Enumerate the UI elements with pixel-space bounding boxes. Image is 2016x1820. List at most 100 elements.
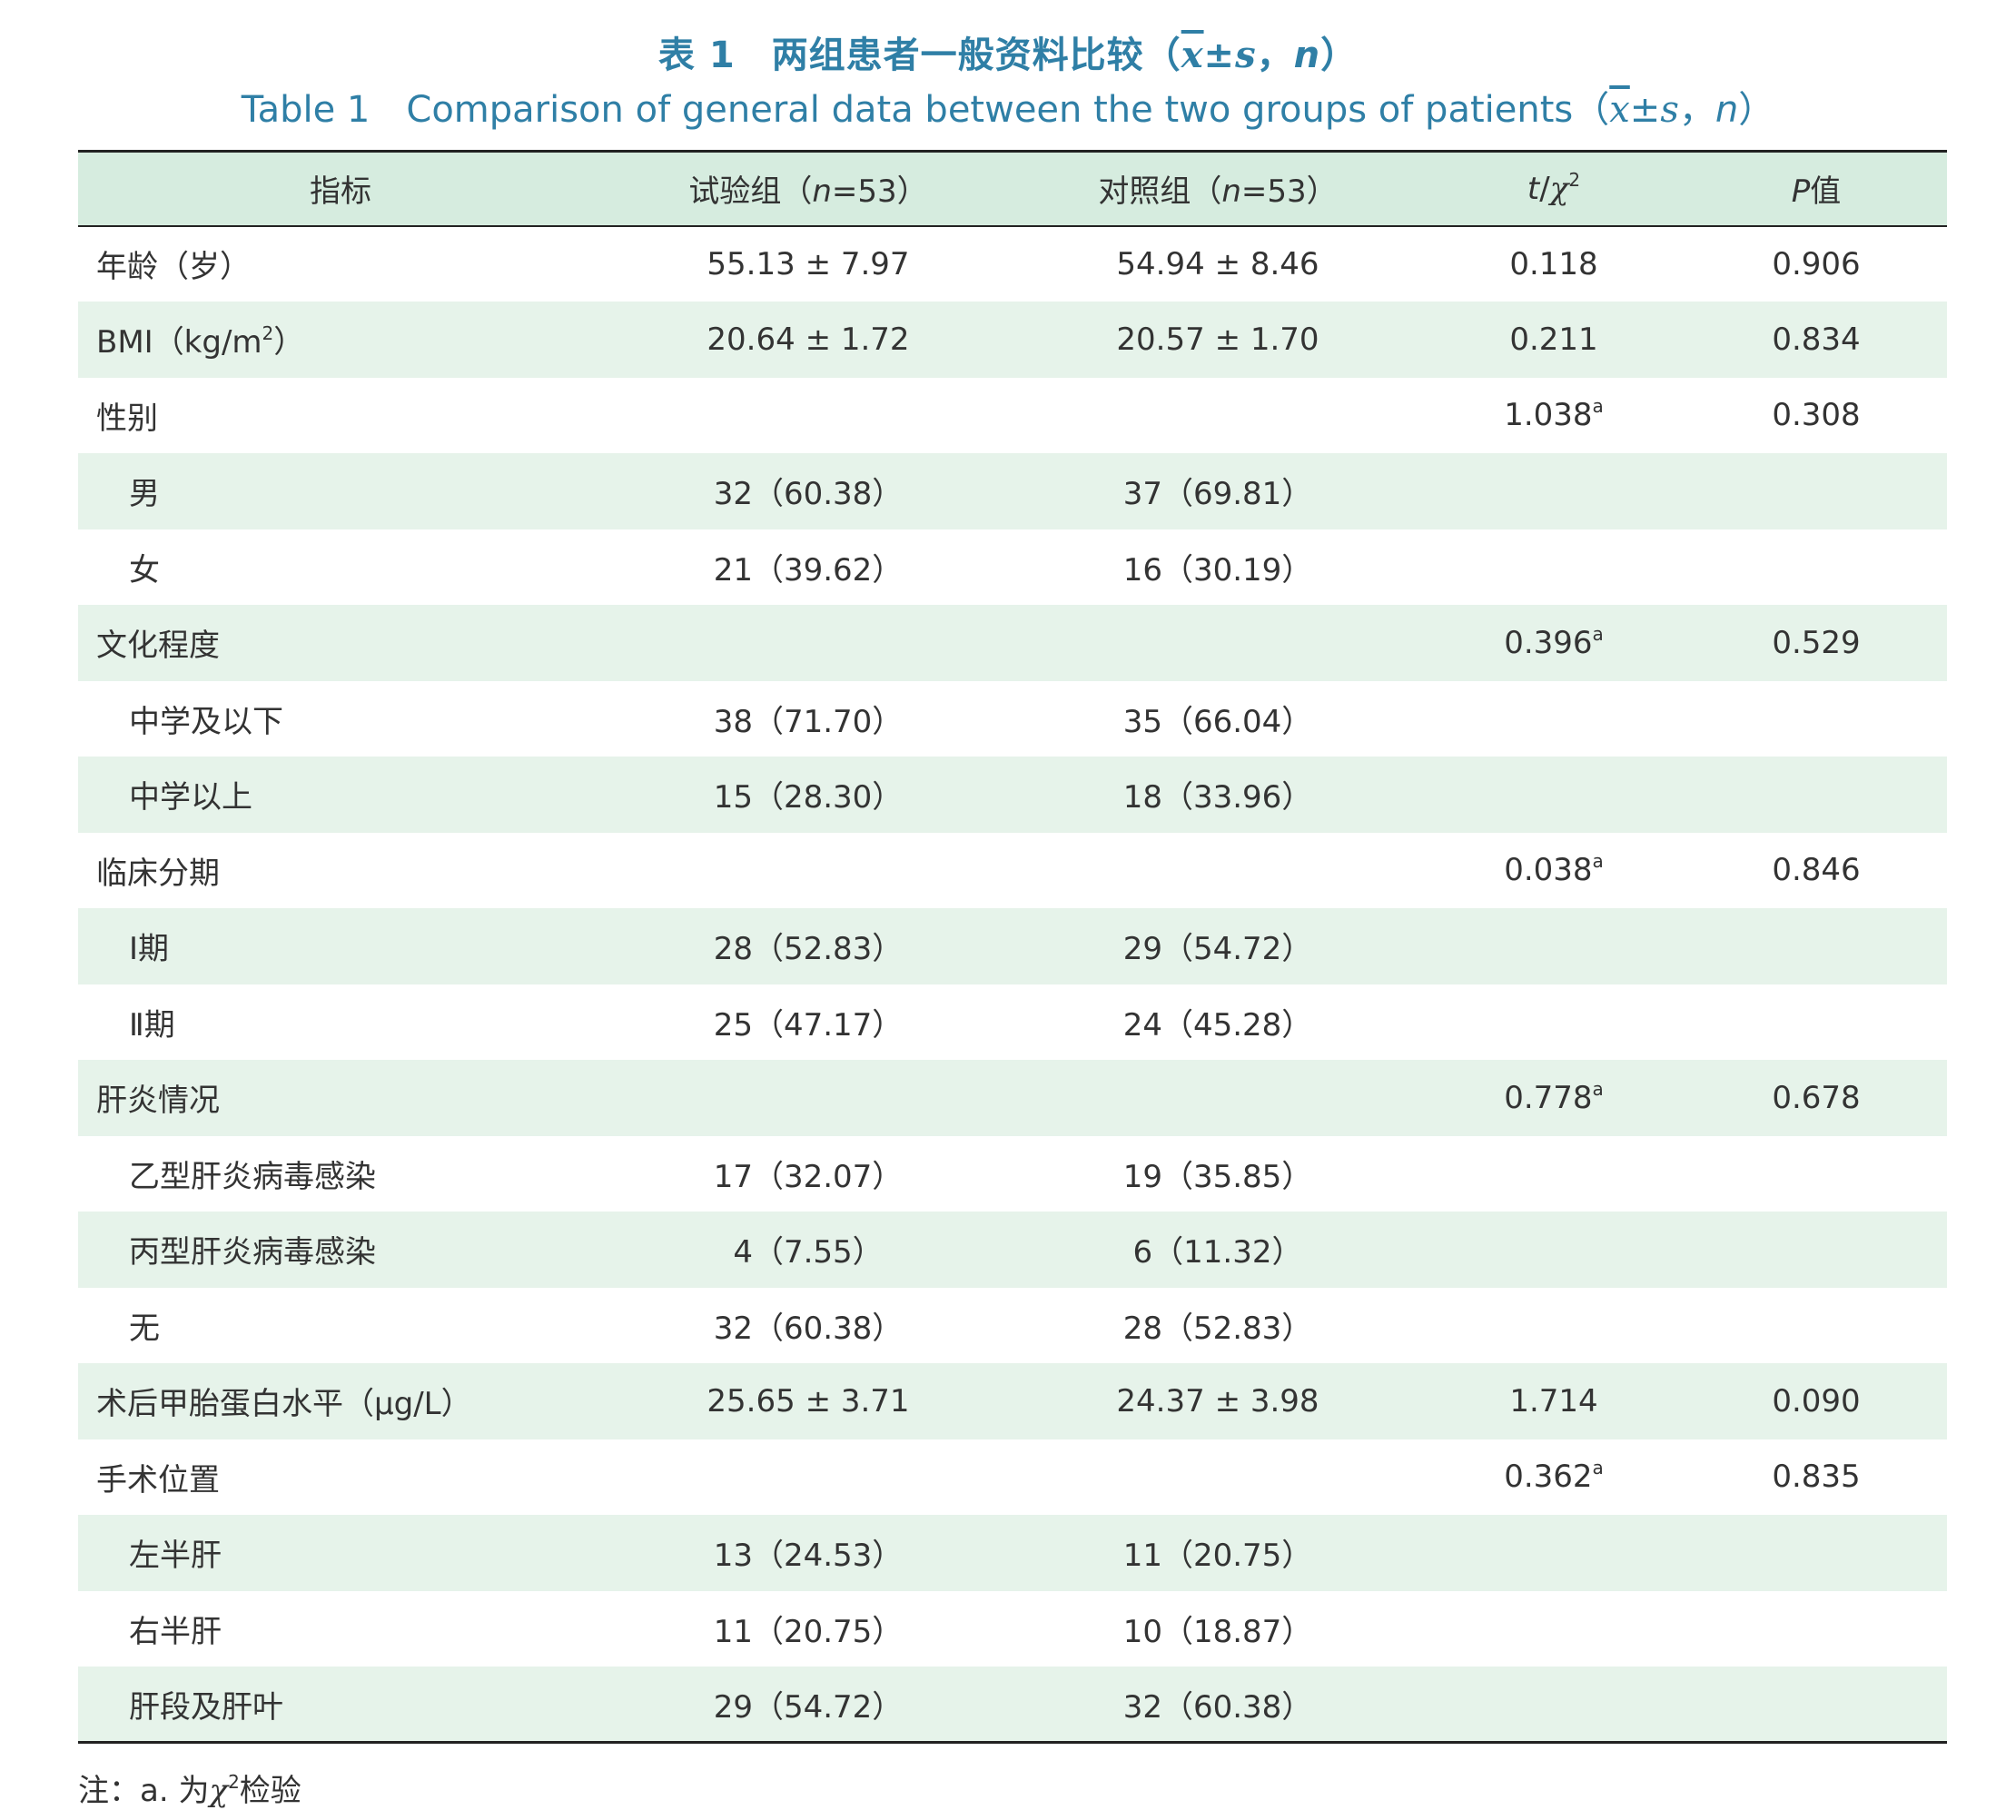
test-group-value: 15（28.30）: [713, 779, 904, 816]
test-group-value: [603, 378, 1013, 454]
statistic-number: 0.778: [1504, 1079, 1593, 1116]
header-stat-chi: χ: [1549, 170, 1569, 207]
footnote-suffix: 检验: [239, 1773, 301, 1809]
test-group-value: 32（60.38）: [713, 476, 904, 513]
footnote-prefix: 注：a. 为: [78, 1773, 210, 1809]
row-label: 术后甲胎蛋白水平（μg/L）: [78, 1363, 603, 1439]
p-value: 0.906: [1772, 245, 1861, 282]
statistic-number: 0.038: [1504, 852, 1593, 889]
table-row: 手术位置 0.362a 0.835: [78, 1439, 1947, 1516]
table-row: 女 21（39.62） 16（30.19）: [78, 529, 1947, 606]
statistic-number: 0.211: [1509, 321, 1598, 358]
p-value: [1685, 757, 1947, 833]
caption-en-sep: ，: [1678, 89, 1715, 131]
header-p-suffix: 值: [1810, 173, 1842, 211]
test-group-value: 29（54.72）: [713, 1688, 904, 1726]
statistic-value: [1422, 1515, 1685, 1591]
table-row: 右半肝 11（20.75） 10（18.87）: [78, 1591, 1947, 1667]
row-label: Ⅰ期: [78, 908, 603, 984]
control-group-value: 11（20.75）: [1122, 1538, 1313, 1575]
statistic-value: 1.714: [1422, 1363, 1685, 1439]
row-label-text: 女: [129, 551, 160, 589]
statistic-value: 0.362a: [1422, 1439, 1685, 1516]
statistic-value: [1422, 1591, 1685, 1667]
header-test-group: 试验组（n=53）: [603, 151, 1013, 227]
p-value: 0.678: [1772, 1079, 1861, 1116]
test-group-value: 21（39.62）: [713, 551, 904, 589]
statistic-footnote-marker: a: [1592, 850, 1604, 873]
table-row: 肝炎情况 0.778a 0.678: [78, 1060, 1947, 1136]
caption-en-sd-symbol: s: [1660, 89, 1679, 131]
table-row: 男 32（60.38） 37（69.81）: [78, 453, 1947, 529]
row-label: 肝炎情况: [78, 1060, 603, 1136]
row-label: 丙型肝炎病毒感染: [78, 1212, 603, 1288]
p-value: [1685, 529, 1947, 606]
row-label-text: 性别: [96, 400, 158, 437]
table-row: 丙型肝炎病毒感染 4（7.55） 6（11.32）: [78, 1212, 1947, 1288]
statistic-value: [1422, 984, 1685, 1061]
caption-cn-pm: ±: [1203, 35, 1236, 76]
row-label-text: BMI（kg/m: [96, 324, 262, 361]
row-label: 文化程度: [78, 605, 603, 681]
statistic-value: 0.038a: [1422, 833, 1685, 909]
test-group-value: 17（32.07）: [713, 1158, 904, 1195]
statistic-footnote-marker: a: [1592, 395, 1604, 418]
row-label-text: 中学以上: [129, 779, 252, 816]
row-label-text: Ⅰ期: [129, 931, 170, 968]
statistic-value: [1422, 453, 1685, 529]
table-row: 肝段及肝叶 29（54.72） 32（60.38）: [78, 1667, 1947, 1743]
control-group-value: [1013, 378, 1422, 454]
statistic-value: [1422, 757, 1685, 833]
control-group-value: 6（11.32）: [1132, 1234, 1303, 1271]
header-control-group-post: =53）: [1240, 173, 1338, 211]
control-group-value: 54.94 ± 8.46: [1116, 245, 1319, 282]
header-p-value: P值: [1685, 151, 1947, 227]
control-group-value: 16（30.19）: [1122, 551, 1313, 589]
footnote-chi-sup: 2: [228, 1771, 240, 1793]
p-value: [1685, 1288, 1947, 1364]
row-label: 性别: [78, 378, 603, 454]
header-p-letter: P: [1791, 173, 1811, 211]
control-group-value: 18（33.96）: [1122, 779, 1313, 816]
table-row: 年龄（岁） 55.13 ± 7.97 54.94 ± 8.46 0.118 0.906: [78, 226, 1947, 302]
p-value: [1685, 1212, 1947, 1288]
caption-en-title: Comparison of general data between the t…: [406, 89, 1610, 131]
control-group-value: [1013, 833, 1422, 909]
table-row: 中学以上 15（28.30） 18（33.96）: [78, 757, 1947, 833]
statistic-number: 0.362: [1504, 1459, 1593, 1496]
test-group-value: [603, 1060, 1013, 1136]
control-group-value: 35（66.04）: [1122, 703, 1313, 740]
header-test-group-pre: 试验组（: [688, 173, 813, 211]
p-value: 0.846: [1772, 852, 1861, 889]
comparison-table: 指标 试验组（n=53） 对照组（n=53） t/χ2 P值 年龄（岁） 55.1…: [78, 150, 1947, 1744]
table-row: 左半肝 13（24.53） 11（20.75）: [78, 1515, 1947, 1591]
row-label-text: Ⅱ期: [129, 1006, 175, 1044]
control-group-value: [1013, 1060, 1422, 1136]
test-group-value: 20.64 ± 1.72: [707, 321, 910, 358]
table-caption-cn: 表 1 两组患者一般资料比较（x±s，n）: [0, 25, 2016, 78]
control-group-value: 20.57 ± 1.70: [1116, 321, 1319, 358]
p-value: [1685, 984, 1947, 1061]
p-value: 0.835: [1772, 1459, 1861, 1496]
row-label-text: 手术位置: [96, 1461, 220, 1499]
test-group-value: [603, 605, 1013, 681]
row-label: 左半肝: [78, 1515, 603, 1591]
test-group-value: 38（71.70）: [713, 703, 904, 740]
statistic-value: 1.038a: [1422, 378, 1685, 454]
control-group-value: 24.37 ± 3.98: [1116, 1382, 1319, 1419]
footnote-chi: χ: [209, 1773, 229, 1809]
row-label-text: 左半肝: [129, 1538, 222, 1575]
header-test-group-n: n: [812, 173, 832, 211]
p-value: [1685, 908, 1947, 984]
statistic-value: [1422, 1667, 1685, 1743]
table-row: Ⅱ期 25（47.17） 24（45.28）: [78, 984, 1947, 1061]
header-stat-t: t: [1527, 170, 1540, 207]
row-label: 年龄（岁）: [78, 226, 603, 302]
table-row: 中学及以下 38（71.70） 35（66.04）: [78, 681, 1947, 757]
row-label-text: 肝段及肝叶: [129, 1688, 283, 1726]
row-label-text: 无: [129, 1310, 160, 1347]
p-value: 0.529: [1772, 624, 1861, 661]
table-row: 性别 1.038a 0.308: [78, 378, 1947, 454]
table-row: 文化程度 0.396a 0.529: [78, 605, 1947, 681]
control-group-value: [1013, 1439, 1422, 1516]
